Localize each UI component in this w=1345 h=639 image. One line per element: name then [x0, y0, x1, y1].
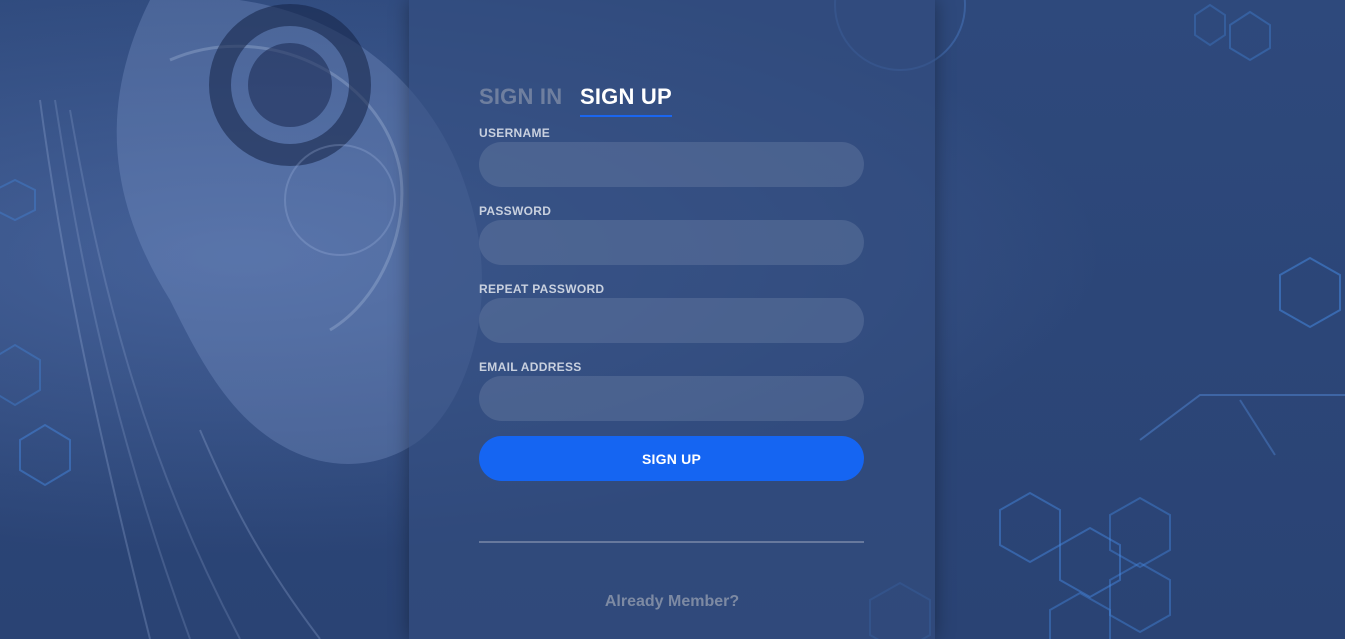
password-label: PASSWORD [479, 204, 552, 218]
username-field[interactable] [479, 142, 864, 187]
password-field[interactable] [479, 220, 864, 265]
tab-sign-in[interactable]: SIGN IN [479, 84, 562, 115]
repeat-password-field[interactable] [479, 298, 864, 343]
email-field[interactable] [479, 376, 864, 421]
email-label: EMAIL ADDRESS [479, 360, 582, 374]
repeat-password-label: REPEAT PASSWORD [479, 282, 605, 296]
already-member-link[interactable]: Already Member? [409, 593, 935, 611]
divider [479, 541, 864, 543]
username-label: USERNAME [479, 126, 551, 140]
sign-up-button[interactable]: SIGN UP [479, 436, 864, 481]
signup-panel: SIGN IN SIGN UP USERNAME PASSWORD REPEAT… [409, 0, 935, 639]
tab-sign-up[interactable]: SIGN UP [580, 84, 672, 117]
